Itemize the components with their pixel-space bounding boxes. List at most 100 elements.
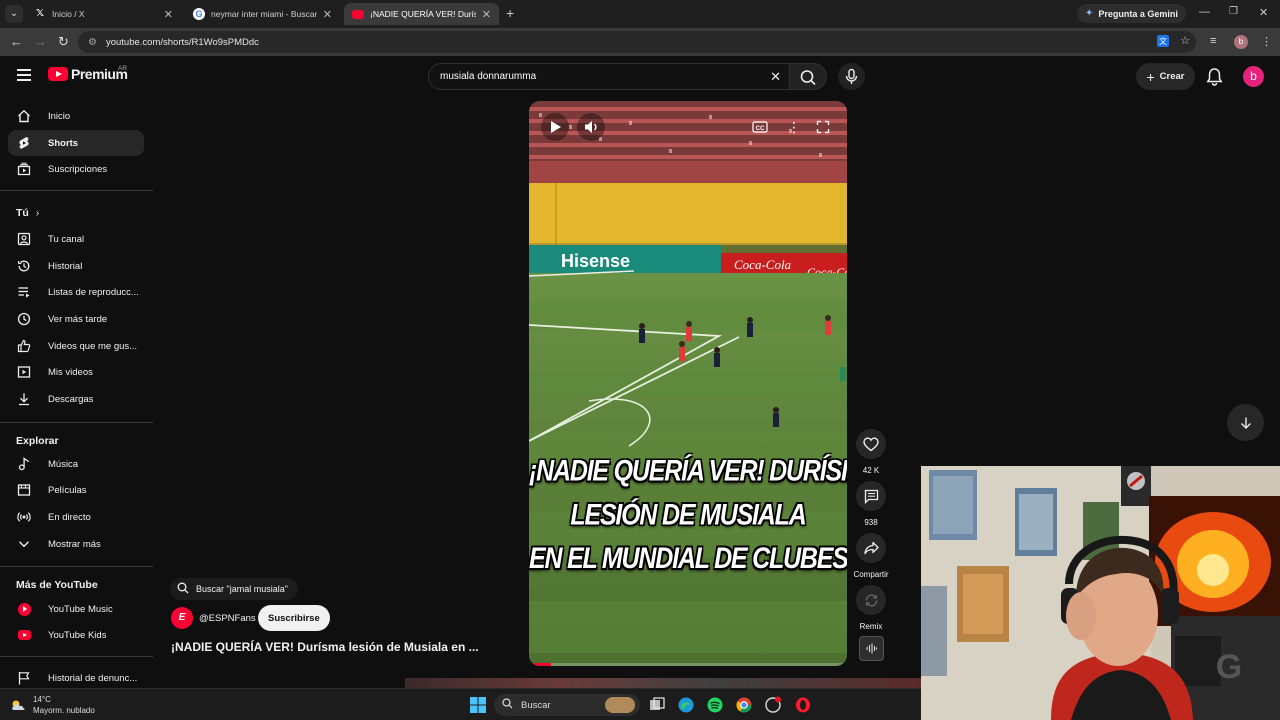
next-short-button[interactable] [1227, 404, 1264, 441]
gemini-label: Pregunta a Gemini [1098, 8, 1178, 19]
short-title[interactable]: ¡NADIE QUERÍA VER! Durísma lesión de Mus… [171, 640, 479, 654]
minimize-icon[interactable]: — [1199, 6, 1210, 18]
search-button[interactable] [789, 63, 827, 90]
sidebar-item-downloads[interactable]: Descargas [8, 386, 144, 412]
notifications-bell-icon[interactable] [1206, 67, 1223, 91]
like-button[interactable] [856, 429, 886, 459]
forward-icon[interactable]: → [34, 34, 47, 49]
site-info-icon[interactable]: ⚙ [88, 37, 97, 48]
sidebar-item-label: Videos que me gus... [48, 340, 138, 352]
play-button[interactable] [541, 113, 569, 141]
restore-icon[interactable]: ❐ [1229, 6, 1238, 17]
menu-hamburger-icon[interactable] [17, 69, 31, 81]
subscribe-button[interactable]: Suscribirse [258, 605, 330, 631]
sidebar-more-header: Más de YouTube [16, 579, 98, 591]
sidebar-item-movies[interactable]: Películas [8, 477, 144, 503]
windows-taskbar: 14°C Mayorm. nublado Buscar [0, 688, 921, 720]
webcam-image: G [921, 466, 1280, 720]
short-video-player[interactable]: Hisense Coca-Cola Coca-Cola CC [529, 101, 847, 666]
create-label: Crear [1159, 71, 1185, 82]
more-options-icon[interactable]: ⋮ [787, 119, 801, 136]
video-progress-bar[interactable] [529, 663, 847, 666]
account-avatar[interactable]: b [1243, 66, 1264, 87]
close-tab-icon[interactable]: ✕ [164, 8, 173, 21]
sidebar-item-history[interactable]: Historial [8, 253, 144, 279]
sidebar-item-your-channel[interactable]: Tu canal [8, 226, 144, 252]
sidebar-item-label: YouTube Kids [48, 629, 107, 641]
live-icon [17, 510, 31, 524]
sidebar-item-liked-videos[interactable]: Videos que me gus... [8, 333, 144, 359]
x-icon: 𝕏 [35, 8, 45, 19]
video-frame-football-pitch: Hisense Coca-Cola Coca-Cola [529, 101, 847, 666]
url-bar[interactable]: ⚙ youtube.com/shorts/R1Wo9sPMDdc 文 ☆ [78, 31, 1196, 53]
tab-search-chevron-icon[interactable]: ⌄ [5, 5, 23, 23]
edge-browser-icon[interactable] [677, 696, 695, 714]
sidebar-item-watch-later[interactable]: Ver más tarde [8, 306, 144, 332]
sidebar-item-live[interactable]: En directo [8, 504, 144, 530]
browser-profile-avatar[interactable]: b [1234, 35, 1248, 49]
close-tab-icon[interactable]: ✕ [323, 8, 332, 21]
sidebar-item-youtube-music[interactable]: YouTube Music [8, 596, 144, 622]
tab-title: neymar inter miami - Buscar con [211, 9, 317, 19]
watch-later-icon [17, 312, 31, 326]
channel-avatar[interactable]: E [171, 607, 193, 629]
share-action[interactable]: Compartir [853, 533, 889, 579]
clear-search-icon[interactable]: ✕ [770, 69, 781, 85]
task-view-icon[interactable] [648, 696, 666, 714]
windows-start-icon[interactable] [469, 696, 487, 714]
sidebar-item-label: Música [48, 458, 79, 470]
media-controls-icon[interactable]: ≡ [1210, 35, 1216, 47]
sidebar-item-label: Mis videos [48, 366, 93, 378]
caption-line: EN EL MUNDIAL DE CLUBES [529, 542, 847, 576]
search-icon [800, 70, 816, 86]
sidebar-item-music[interactable]: Música [8, 451, 144, 477]
new-tab-button[interactable]: + [506, 5, 514, 21]
search-input[interactable]: musiala donnarumma ✕ [428, 63, 790, 90]
sidebar-item-subscriptions[interactable]: Suscripciones [8, 156, 144, 182]
like-action[interactable]: 42 K [856, 429, 886, 475]
taskbar-search[interactable]: Buscar [494, 694, 640, 716]
sidebar-item-my-videos[interactable]: Mis videos [8, 359, 144, 385]
comments-action[interactable]: 938 [856, 481, 886, 527]
sidebar-item-playlists[interactable]: Listas de reproducc... [8, 279, 144, 305]
search-icon [502, 698, 513, 712]
sidebar-you-header[interactable]: Tú › [16, 207, 39, 219]
bookmark-star-icon[interactable]: ☆ [1180, 34, 1190, 47]
comments-button[interactable] [856, 481, 886, 511]
arrow-down-icon [1240, 417, 1251, 429]
weather-widget[interactable]: 14°C Mayorm. nublado [10, 694, 95, 716]
translate-icon[interactable]: 文 [1156, 34, 1170, 51]
original-sound-button[interactable] [859, 636, 884, 661]
youtube-music-icon [17, 602, 31, 616]
sidebar-item-home[interactable]: Inicio [8, 103, 144, 129]
related-search-chip[interactable]: Buscar "jamal musiala" [170, 578, 298, 600]
close-window-icon[interactable]: ✕ [1259, 6, 1268, 19]
browser-menu-icon[interactable]: ⋮ [1261, 35, 1272, 48]
remix-action[interactable]: Remix [856, 585, 886, 631]
sidebar-item-youtube-kids[interactable]: YouTube Kids [8, 622, 144, 648]
spotify-icon[interactable] [706, 696, 724, 714]
comment-count: 938 [864, 518, 878, 527]
youtube-premium-logo[interactable]: Premium AR [48, 65, 128, 82]
remix-button[interactable] [856, 585, 886, 615]
opera-icon[interactable] [794, 696, 812, 714]
tab-x[interactable]: 𝕏 Inicio / X ✕ [26, 3, 181, 25]
search-highlight-icon [605, 697, 635, 713]
chrome-icon[interactable] [735, 696, 753, 714]
create-button[interactable]: + Crear [1136, 63, 1195, 90]
share-button[interactable] [856, 533, 886, 563]
discord-icon[interactable] [764, 696, 782, 714]
sidebar-item-show-more[interactable]: Mostrar más [8, 531, 144, 557]
channel-name[interactable]: @ESPNFans [199, 613, 256, 624]
voice-search-button[interactable] [838, 63, 865, 90]
mute-button[interactable] [577, 113, 605, 141]
sidebar-item-shorts[interactable]: Shorts [8, 130, 144, 156]
reload-icon[interactable]: ↻ [58, 34, 69, 50]
back-icon[interactable]: ← [10, 34, 23, 49]
close-tab-icon[interactable]: ✕ [482, 8, 491, 21]
tab-google[interactable]: G neymar inter miami - Buscar con ✕ [185, 3, 340, 25]
tab-youtube[interactable]: ¡NADIE QUERÍA VER! Durísma le ✕ [344, 3, 499, 25]
fullscreen-icon[interactable] [816, 120, 830, 139]
gemini-button[interactable]: ✦ Pregunta a Gemini [1077, 4, 1186, 23]
captions-icon[interactable]: CC [752, 120, 768, 139]
